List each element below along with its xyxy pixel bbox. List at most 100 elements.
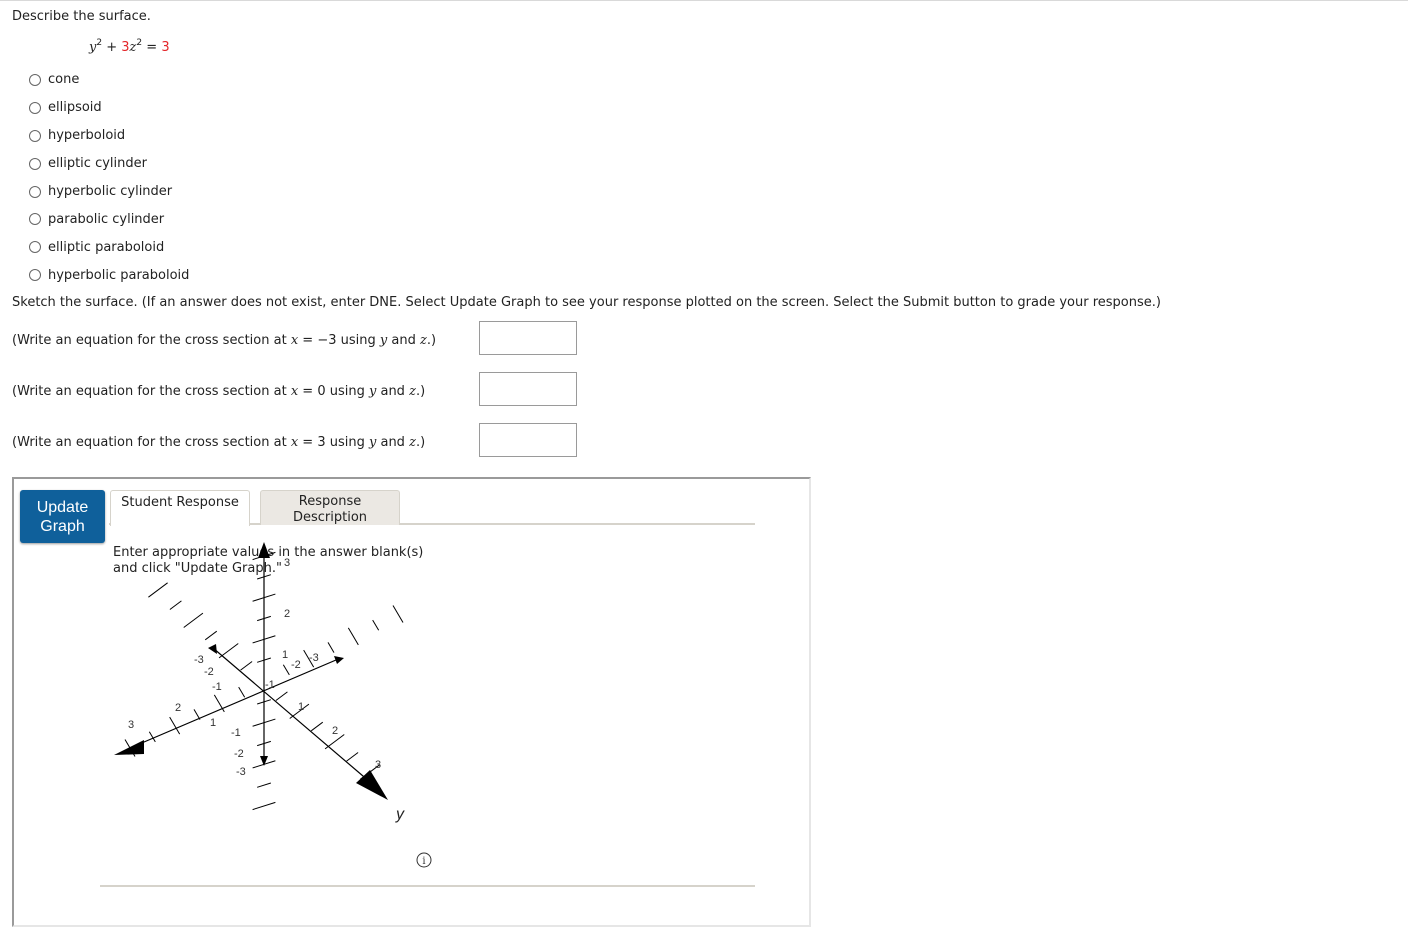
y-tick-label: -3 [309, 652, 319, 664]
tick-mark [169, 600, 182, 610]
option-label: elliptic cylinder [48, 156, 147, 172]
radio-button[interactable] [29, 157, 41, 170]
option-hyperbolic-cylinder[interactable]: hyperbolic cylinder [29, 178, 189, 206]
x-tick-label: -1 [212, 681, 222, 693]
option-label: hyperbolic paraboloid [48, 267, 190, 283]
x-tick-label: 1 [298, 701, 304, 713]
z-tick-label: -3 [236, 766, 246, 778]
option-ellipsoid[interactable]: ellipsoid [29, 94, 189, 122]
cs-text: and [376, 435, 410, 450]
tick-mark [193, 709, 201, 720]
cross-section-label-x-3: (Write an equation for the cross section… [12, 435, 425, 450]
radio-button[interactable] [29, 73, 41, 86]
y-tick-label: -2 [291, 659, 301, 671]
surface-options: cone ellipsoid hyperboloid elliptic cyli… [29, 66, 189, 289]
option-label: ellipsoid [48, 100, 102, 116]
update-graph-label-2: Graph [40, 517, 85, 535]
y-arrow-back [334, 656, 344, 664]
tab-student-response[interactable]: Student Response [110, 490, 250, 526]
x-tick-label: -2 [204, 666, 214, 678]
cs-text: = 3 using [298, 435, 369, 450]
x-arrow-back [208, 644, 217, 654]
option-label: parabolic cylinder [48, 211, 165, 227]
sketch-instruction: Sketch the surface. (If an answer does n… [12, 295, 1161, 310]
tick-mark [204, 630, 218, 641]
y-tick-label: 3 [128, 719, 134, 731]
option-elliptic-cylinder[interactable]: elliptic cylinder [29, 150, 189, 178]
y-tick-label: 2 [175, 702, 181, 714]
cs-text: and [376, 384, 410, 399]
tick-mark [347, 627, 359, 646]
cs-text: = −3 using [298, 333, 380, 348]
radio-button[interactable] [29, 101, 41, 114]
x-tick-label: 2 [332, 725, 338, 737]
eq-rhs: 3 [161, 40, 170, 55]
y-tick-label: -1 [265, 679, 275, 691]
cs-text: .) [415, 435, 426, 450]
update-graph-button[interactable]: Update Graph [20, 490, 105, 543]
surface-equation: y2 + 3z2 = 3 [89, 39, 170, 56]
x-tick-label: 3 [375, 759, 381, 771]
tick-mark [310, 721, 324, 732]
tab-label-1: Response [298, 494, 362, 509]
tick-mark [327, 642, 335, 653]
axes-3d-graph: 3 2 1 -1 -2 -3 1 2 3 -1 -2 -3 1 2 3 -1 -… [114, 542, 405, 823]
cs-var: z [409, 384, 416, 399]
tick-mark [183, 612, 204, 628]
option-elliptic-paraboloid[interactable]: elliptic paraboloid [29, 233, 189, 261]
y-tick-label: 1 [210, 717, 216, 729]
z-tick-label: -1 [231, 727, 241, 739]
tick-mark [275, 691, 288, 701]
axes-lines [129, 550, 371, 783]
option-cone[interactable]: cone [29, 66, 189, 94]
tick-mark [257, 782, 271, 788]
x-tick-label: -3 [194, 654, 204, 666]
tick-mark [148, 731, 156, 743]
tick-mark [282, 664, 290, 676]
radio-button[interactable] [29, 269, 41, 282]
cross-section-input-x-0[interactable] [479, 372, 577, 406]
svg-text:i: i [422, 856, 425, 867]
tab-label-2: Description [292, 510, 368, 525]
tick-mark [346, 752, 359, 762]
tick-mark [240, 661, 253, 671]
y-arrow-front [114, 740, 144, 755]
cross-section-label-x-neg3: (Write an equation for the cross section… [12, 333, 436, 348]
option-hyperboloid[interactable]: hyperboloid [29, 122, 189, 150]
radio-button[interactable] [29, 213, 41, 226]
tick-mark [238, 686, 246, 698]
cs-var: z [409, 435, 416, 450]
y-axis-label: y [395, 806, 405, 823]
option-label: elliptic paraboloid [48, 239, 165, 255]
z-tick-label: 2 [284, 608, 290, 620]
cross-section-input-x-neg3[interactable] [479, 321, 577, 355]
tick-mark [252, 801, 276, 811]
cross-section-input-x-3[interactable] [479, 423, 577, 457]
tab-response-description[interactable]: Response Description [260, 490, 400, 525]
eq-coef: 3 [121, 40, 130, 55]
graph-bottom-divider [100, 885, 755, 887]
tick-mark [392, 605, 404, 623]
radio-button[interactable] [29, 129, 41, 142]
cs-text: and [387, 333, 420, 348]
z-tick-label: -2 [234, 748, 244, 760]
cs-var: z [419, 333, 427, 348]
option-label: hyperboloid [48, 128, 126, 144]
info-icon[interactable]: i [416, 852, 432, 868]
radio-button[interactable] [29, 185, 41, 198]
tick-mark [148, 582, 168, 598]
cs-text: (Write an equation for the cross section… [12, 384, 291, 399]
radio-button[interactable] [29, 241, 41, 254]
option-parabolic-cylinder[interactable]: parabolic cylinder [29, 205, 189, 233]
cs-text: = 0 using [298, 384, 369, 399]
cs-text: (Write an equation for the cross section… [12, 333, 291, 348]
option-hyperbolic-paraboloid[interactable]: hyperbolic paraboloid [29, 261, 189, 289]
z-tick-label: 1 [282, 649, 288, 661]
question-prompt: Describe the surface. [12, 9, 151, 24]
tick-mark [372, 619, 380, 631]
option-label: cone [48, 72, 80, 88]
update-graph-label-1: Update [36, 498, 89, 516]
option-label: hyperbolic cylinder [48, 184, 173, 199]
cs-text: (Write an equation for the cross section… [12, 435, 291, 450]
eq-equals: = [142, 40, 162, 55]
